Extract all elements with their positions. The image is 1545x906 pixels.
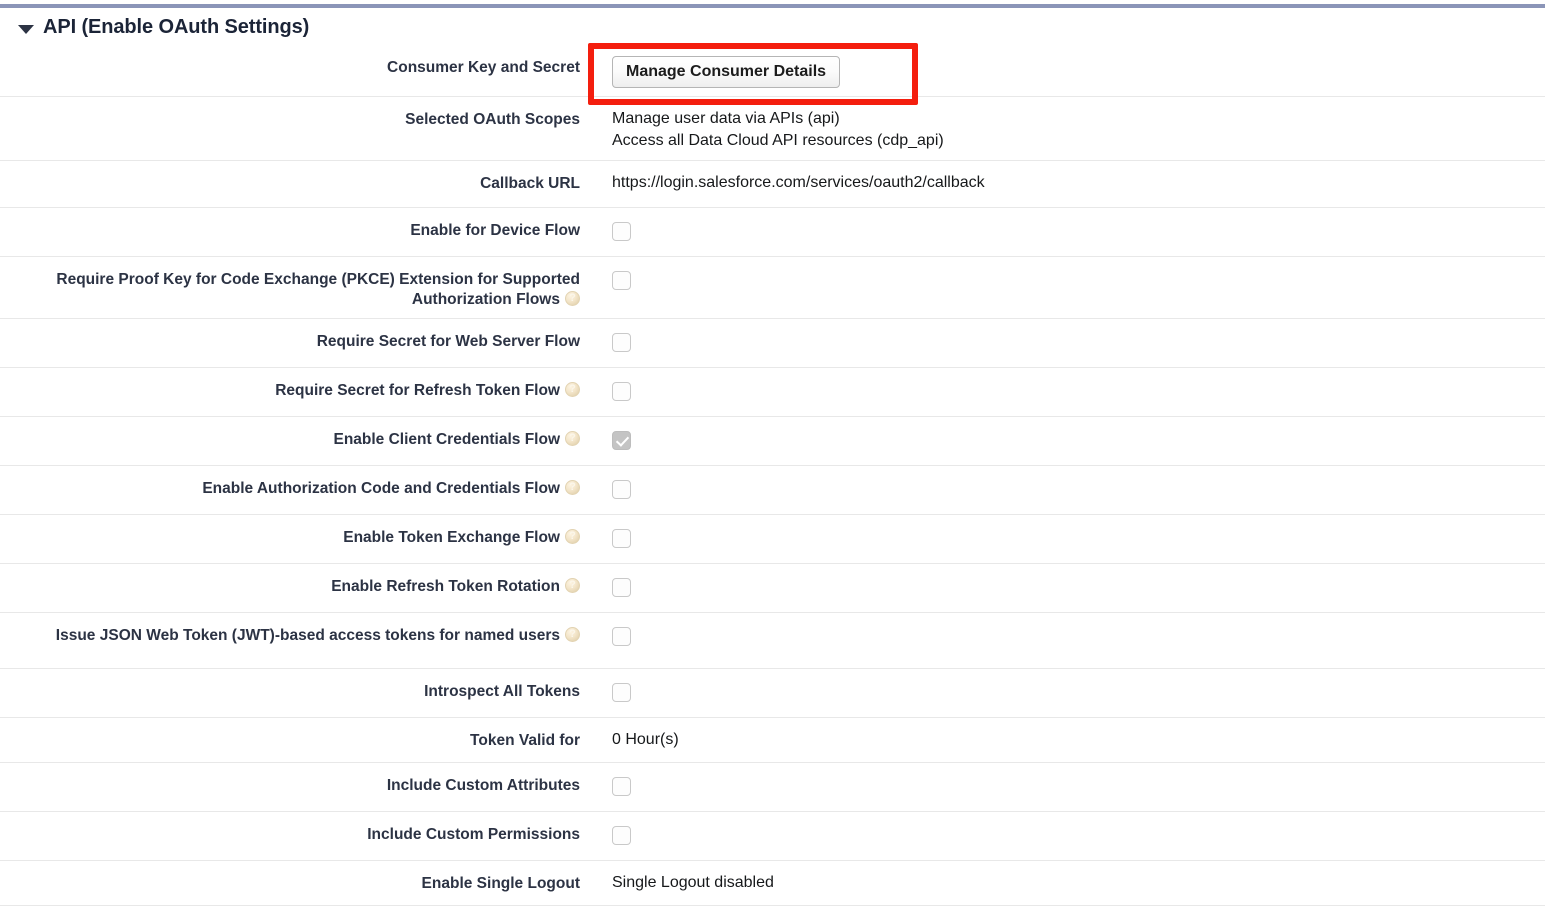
field-label: Require Secret for Refresh Token Flow bbox=[0, 368, 580, 409]
field-value bbox=[580, 257, 1545, 305]
form-row: Require Secret for Web Server Flow bbox=[0, 319, 1545, 368]
field-value bbox=[580, 515, 1545, 563]
field-value-text: 0 Hour(s) bbox=[612, 731, 679, 748]
field-value bbox=[580, 564, 1545, 612]
form-row: Introspect All Tokens bbox=[0, 669, 1545, 718]
field-label: Enable Token Exchange Flow bbox=[0, 515, 580, 556]
field-label-text: Enable Single Logout bbox=[421, 875, 580, 892]
checkbox-unchecked[interactable] bbox=[612, 333, 631, 352]
field-label-text: Introspect All Tokens bbox=[424, 683, 580, 700]
field-value: Single Logout disabled bbox=[580, 861, 1545, 902]
checkbox-unchecked[interactable] bbox=[612, 627, 631, 646]
field-label-text: Include Custom Attributes bbox=[386, 777, 580, 794]
field-label-text: Enable for Device Flow bbox=[410, 222, 580, 239]
field-label: Include Custom Permissions bbox=[0, 812, 580, 853]
field-label: Enable Client Credentials Flow bbox=[0, 417, 580, 458]
form-row: Issue JSON Web Token (JWT)-based access … bbox=[0, 613, 1545, 669]
checkbox-unchecked[interactable] bbox=[612, 777, 631, 796]
section-top-rule bbox=[0, 4, 1545, 8]
field-value bbox=[580, 669, 1545, 717]
checkbox-unchecked[interactable] bbox=[612, 529, 631, 548]
field-label: Require Secret for Web Server Flow bbox=[0, 319, 580, 360]
field-label: Enable Authorization Code and Credential… bbox=[0, 466, 580, 507]
help-question-icon[interactable] bbox=[565, 627, 580, 642]
field-value bbox=[580, 417, 1545, 465]
checkbox-unchecked[interactable] bbox=[612, 826, 631, 845]
form-row: Enable Client Credentials Flow bbox=[0, 417, 1545, 466]
checkbox-checked bbox=[612, 431, 631, 450]
field-label: Enable for Device Flow bbox=[0, 208, 580, 249]
oauth-scope-item: Access all Data Cloud API resources (cdp… bbox=[612, 132, 944, 149]
form-row: Callback URL https://login.salesforce.com… bbox=[0, 161, 1545, 208]
checkbox-unchecked[interactable] bbox=[612, 578, 631, 597]
field-label: Token Valid for bbox=[0, 718, 580, 759]
field-value-text: https://login.salesforce.com/services/oa… bbox=[612, 174, 985, 191]
field-value-text: Single Logout disabled bbox=[612, 874, 774, 891]
help-question-icon[interactable] bbox=[565, 529, 580, 544]
field-label-text: Consumer Key and Secret bbox=[387, 59, 580, 76]
oauth-settings-form: Consumer Key and Secret Manage Consumer D… bbox=[0, 45, 1545, 906]
field-value bbox=[580, 812, 1545, 860]
help-question-icon[interactable] bbox=[565, 431, 580, 446]
field-label: Callback URL bbox=[0, 161, 580, 202]
form-row: Token Valid for 0 Hour(s) bbox=[0, 718, 1545, 763]
section-header[interactable]: API (Enable OAuth Settings) bbox=[18, 16, 309, 39]
form-row: Require Secret for Refresh Token Flow bbox=[0, 368, 1545, 417]
oauth-scope-item: Manage user data via APIs (api) bbox=[612, 110, 840, 127]
checkbox-unchecked[interactable] bbox=[612, 480, 631, 499]
help-question-icon[interactable] bbox=[565, 480, 580, 495]
field-value bbox=[580, 763, 1545, 811]
field-label: Consumer Key and Secret bbox=[0, 45, 580, 86]
field-value: https://login.salesforce.com/services/oa… bbox=[580, 161, 1545, 202]
field-label-text: Require Secret for Web Server Flow bbox=[316, 333, 580, 350]
field-label-text: Require Proof Key for Code Exchange (PKC… bbox=[56, 271, 580, 308]
page-title: API (Enable OAuth Settings) bbox=[43, 16, 310, 38]
field-label-text: Enable Refresh Token Rotation bbox=[331, 578, 560, 595]
field-label: Require Proof Key for Code Exchange (PKC… bbox=[0, 257, 580, 318]
help-question-icon[interactable] bbox=[565, 382, 580, 397]
checkbox-unchecked[interactable] bbox=[612, 382, 631, 401]
field-label-text: Selected OAuth Scopes bbox=[405, 111, 580, 128]
checkbox-unchecked[interactable] bbox=[612, 271, 631, 290]
field-label: Selected OAuth Scopes bbox=[0, 97, 580, 138]
field-label-text: Include Custom Permissions bbox=[367, 826, 580, 843]
caret-down-icon[interactable] bbox=[18, 24, 34, 34]
manage-consumer-details-button[interactable]: Manage Consumer Details bbox=[612, 56, 841, 88]
field-value: 0 Hour(s) bbox=[580, 718, 1545, 759]
form-row: Include Custom Permissions bbox=[0, 812, 1545, 861]
field-value bbox=[580, 613, 1545, 661]
help-question-icon[interactable] bbox=[565, 291, 580, 306]
field-label-text: Token Valid for bbox=[470, 732, 580, 749]
form-row: Require Proof Key for Code Exchange (PKC… bbox=[0, 257, 1545, 319]
form-row: Consumer Key and Secret Manage Consumer D… bbox=[0, 45, 1545, 97]
form-row: Enable Authorization Code and Credential… bbox=[0, 466, 1545, 515]
field-label-text: Issue JSON Web Token (JWT)-based access … bbox=[55, 627, 560, 644]
checkbox-unchecked[interactable] bbox=[612, 222, 631, 241]
form-row: Enable for Device Flow bbox=[0, 208, 1545, 257]
field-value: Manage Consumer Details bbox=[580, 45, 1545, 96]
field-value bbox=[580, 368, 1545, 416]
field-label: Issue JSON Web Token (JWT)-based access … bbox=[0, 613, 580, 654]
form-row: Enable Token Exchange Flow bbox=[0, 515, 1545, 564]
field-label-text: Require Secret for Refresh Token Flow bbox=[275, 382, 560, 399]
field-label-text: Enable Authorization Code and Credential… bbox=[202, 480, 560, 497]
field-label-text: Enable Token Exchange Flow bbox=[343, 529, 560, 546]
field-label: Include Custom Attributes bbox=[0, 763, 580, 804]
field-value bbox=[580, 466, 1545, 514]
help-question-icon[interactable] bbox=[565, 578, 580, 593]
field-label: Introspect All Tokens bbox=[0, 669, 580, 710]
form-row: Include Custom Attributes bbox=[0, 763, 1545, 812]
field-value: Manage user data via APIs (api) Access al… bbox=[580, 97, 1545, 160]
field-value bbox=[580, 208, 1545, 256]
form-row: Enable Single Logout Single Logout disabl… bbox=[0, 861, 1545, 906]
field-label-text: Callback URL bbox=[480, 175, 580, 192]
form-row: Enable Refresh Token Rotation bbox=[0, 564, 1545, 613]
field-label: Enable Single Logout bbox=[0, 861, 580, 902]
field-label: Enable Refresh Token Rotation bbox=[0, 564, 580, 605]
field-value bbox=[580, 319, 1545, 367]
form-row: Selected OAuth Scopes Manage user data vi… bbox=[0, 97, 1545, 161]
field-label-text: Enable Client Credentials Flow bbox=[333, 431, 560, 448]
checkbox-unchecked[interactable] bbox=[612, 683, 631, 702]
